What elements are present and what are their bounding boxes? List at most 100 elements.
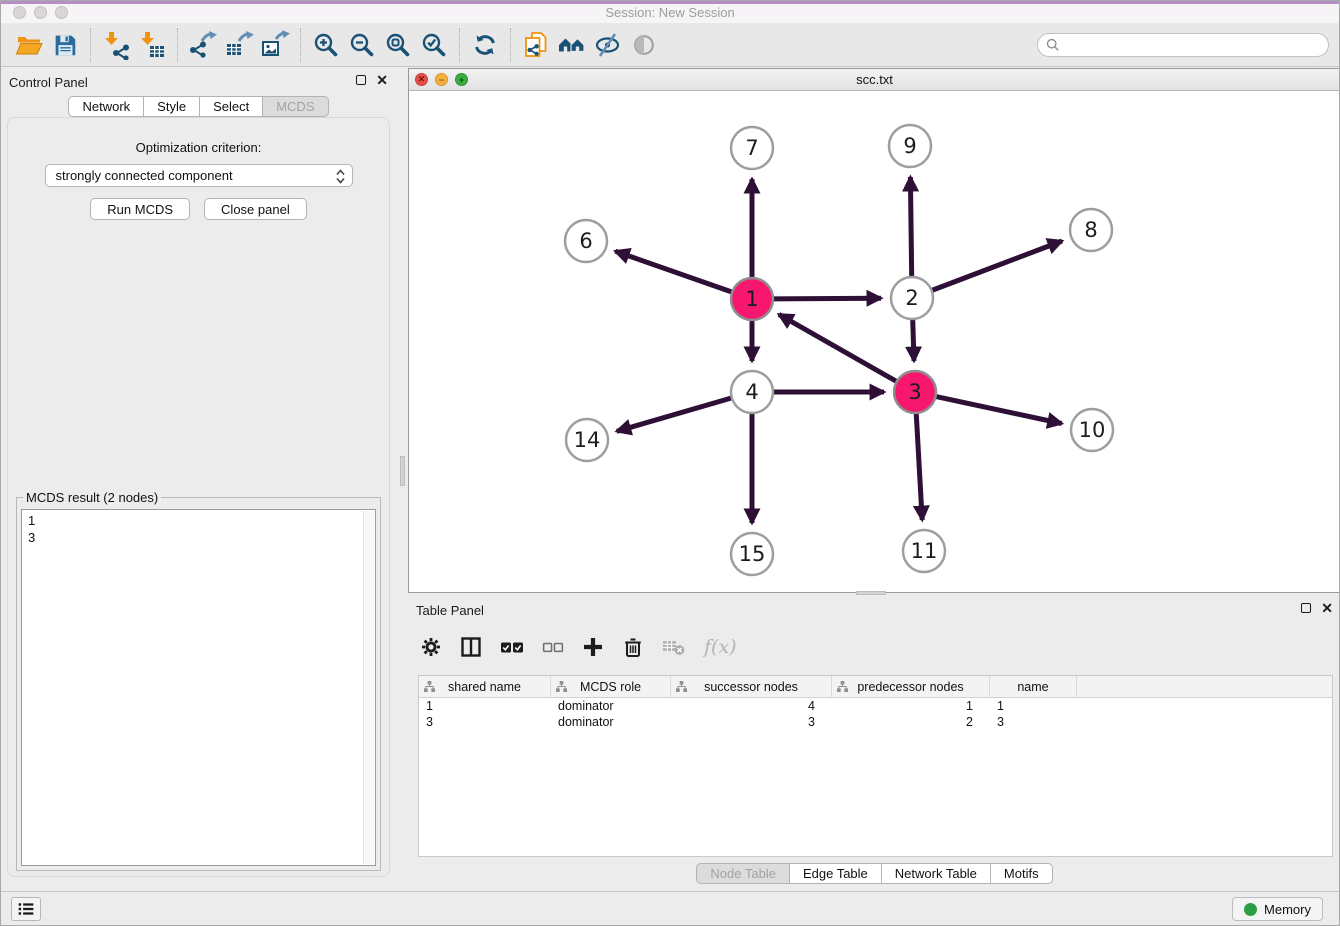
- vertical-split-handle[interactable]: [400, 456, 405, 486]
- graph-node-10[interactable]: 10: [1071, 409, 1113, 451]
- zoom-selected-button[interactable]: [416, 27, 452, 63]
- control-panel: Control Panel ✕ NetworkStyleSelectMCDS O…: [1, 68, 396, 881]
- tab-network[interactable]: Network: [68, 96, 144, 117]
- close-panel-button[interactable]: Close panel: [204, 198, 307, 220]
- graph-node-6[interactable]: 6: [565, 220, 607, 262]
- graph-node-15[interactable]: 15: [731, 533, 773, 575]
- export-table-button[interactable]: [221, 27, 257, 63]
- table-cell[interactable]: dominator: [551, 714, 671, 730]
- node-table: shared nameMCDS rolesuccessor nodesprede…: [418, 675, 1333, 857]
- graph-node-3[interactable]: 3: [894, 371, 936, 413]
- add-column-button[interactable]: [582, 636, 604, 658]
- table-settings-button[interactable]: [420, 636, 442, 658]
- zoom-in-button[interactable]: [308, 27, 344, 63]
- zoom-fit-button[interactable]: [380, 27, 416, 63]
- memory-label: Memory: [1264, 902, 1311, 917]
- save-session-button[interactable]: [47, 27, 83, 63]
- column-header-predecessor-nodes[interactable]: predecessor nodes: [832, 676, 990, 697]
- tab-mcds[interactable]: MCDS: [263, 96, 328, 117]
- graph-node-8[interactable]: 8: [1070, 209, 1112, 251]
- split-panel-button[interactable]: [460, 636, 482, 658]
- table-cell[interactable]: 1: [990, 698, 1077, 714]
- graph-edge-2-3[interactable]: [913, 319, 914, 361]
- table-cell[interactable]: 3: [419, 714, 551, 730]
- tab-node-table[interactable]: Node Table: [696, 863, 790, 884]
- column-header-successor-nodes[interactable]: successor nodes: [671, 676, 832, 697]
- graph-node-9[interactable]: 9: [889, 125, 931, 167]
- run-mcds-button[interactable]: Run MCDS: [90, 198, 190, 220]
- float-table-panel-icon[interactable]: [1301, 603, 1311, 613]
- tab-motifs[interactable]: Motifs: [991, 863, 1053, 884]
- control-panel-tabs: NetworkStyleSelectMCDS: [1, 96, 396, 117]
- zoom-in-icon: [312, 31, 340, 59]
- table-cell[interactable]: 2: [832, 714, 990, 730]
- network-canvas[interactable]: 1 2 3 4 6 7 8 9 10 11 14 15: [409, 91, 1340, 592]
- graph-node-4[interactable]: 4: [731, 371, 773, 413]
- graph-node-11[interactable]: 11: [903, 530, 945, 572]
- network-window-titlebar[interactable]: ✕ − + scc.txt: [409, 69, 1340, 91]
- column-header-shared-name[interactable]: shared name: [419, 676, 551, 697]
- memory-button[interactable]: Memory: [1232, 897, 1323, 921]
- open-session-button[interactable]: [11, 27, 47, 63]
- mcds-result-line: 3: [28, 529, 369, 546]
- table-cell[interactable]: dominator: [551, 698, 671, 714]
- table-cell[interactable]: 4: [671, 698, 832, 714]
- toolbar-separator: [300, 28, 301, 62]
- table-toolbar: f(x): [420, 626, 737, 668]
- search-input[interactable]: [1065, 37, 1320, 52]
- refresh-view-button[interactable]: [467, 27, 503, 63]
- svg-text:6: 6: [579, 229, 592, 253]
- first-neighbors-button[interactable]: [554, 27, 590, 63]
- copy-network-button[interactable]: [518, 27, 554, 63]
- graph-node-2[interactable]: 2: [891, 277, 933, 319]
- svg-text:7: 7: [745, 136, 758, 160]
- graph-edge-1-2[interactable]: [773, 298, 881, 299]
- zoom-fit-icon: [384, 31, 412, 59]
- graph-edge-2-8[interactable]: [932, 241, 1062, 291]
- close-panel-icon[interactable]: ✕: [376, 75, 388, 85]
- graph-edge-2-9[interactable]: [910, 177, 911, 277]
- search-icon: [1046, 38, 1060, 52]
- graph-node-7[interactable]: 7: [731, 127, 773, 169]
- network-graph: 1 2 3 4 6 7 8 9 10 11 14 15: [409, 91, 1340, 592]
- tab-select[interactable]: Select: [200, 96, 263, 117]
- select-all-columns-button[interactable]: [500, 636, 524, 658]
- graph-node-14[interactable]: 14: [566, 419, 608, 461]
- graph-node-1[interactable]: 1: [731, 278, 773, 320]
- export-network-button[interactable]: [185, 27, 221, 63]
- graph-edge-3-10[interactable]: [936, 396, 1062, 423]
- show-hidden-button[interactable]: [626, 27, 662, 63]
- delete-column-button[interactable]: [622, 636, 644, 658]
- graph-edge-4-14[interactable]: [617, 398, 732, 431]
- table-cell[interactable]: 3: [990, 714, 1077, 730]
- hide-selected-button[interactable]: [590, 27, 626, 63]
- graph-edge-1-6[interactable]: [615, 251, 732, 292]
- zoom-out-button[interactable]: [344, 27, 380, 63]
- table-cell[interactable]: 1: [832, 698, 990, 714]
- tab-style[interactable]: Style: [144, 96, 200, 117]
- tab-edge-table[interactable]: Edge Table: [790, 863, 882, 884]
- import-table-button[interactable]: [134, 27, 170, 63]
- destroy-table-button[interactable]: [662, 637, 686, 657]
- graph-edge-3-1[interactable]: [779, 314, 897, 381]
- mcds-result-group: MCDS result (2 nodes) 13: [16, 490, 381, 871]
- float-panel-icon[interactable]: [356, 75, 366, 85]
- optimization-criterion-select[interactable]: strongly connected component: [45, 164, 353, 187]
- table-row[interactable]: 1dominator411: [419, 698, 1332, 714]
- horizontal-split-handle[interactable]: [856, 591, 886, 595]
- deselect-all-columns-button[interactable]: [542, 636, 564, 658]
- table-cell[interactable]: 1: [419, 698, 551, 714]
- mcds-result-textarea[interactable]: 13: [21, 509, 376, 866]
- tab-network-table[interactable]: Network Table: [882, 863, 991, 884]
- table-row[interactable]: 3dominator323: [419, 714, 1332, 730]
- graph-edge-3-11[interactable]: [916, 413, 922, 520]
- table-cell[interactable]: 3: [671, 714, 832, 730]
- function-builder-button[interactable]: f(x): [704, 636, 737, 658]
- import-network-button[interactable]: [98, 27, 134, 63]
- result-scrollbar[interactable]: [363, 511, 374, 864]
- column-header-MCDS-role[interactable]: MCDS role: [551, 676, 671, 697]
- export-image-button[interactable]: [257, 27, 293, 63]
- column-header-name[interactable]: name: [990, 676, 1077, 697]
- task-history-button[interactable]: [11, 897, 41, 921]
- close-table-panel-icon[interactable]: ✕: [1321, 603, 1333, 613]
